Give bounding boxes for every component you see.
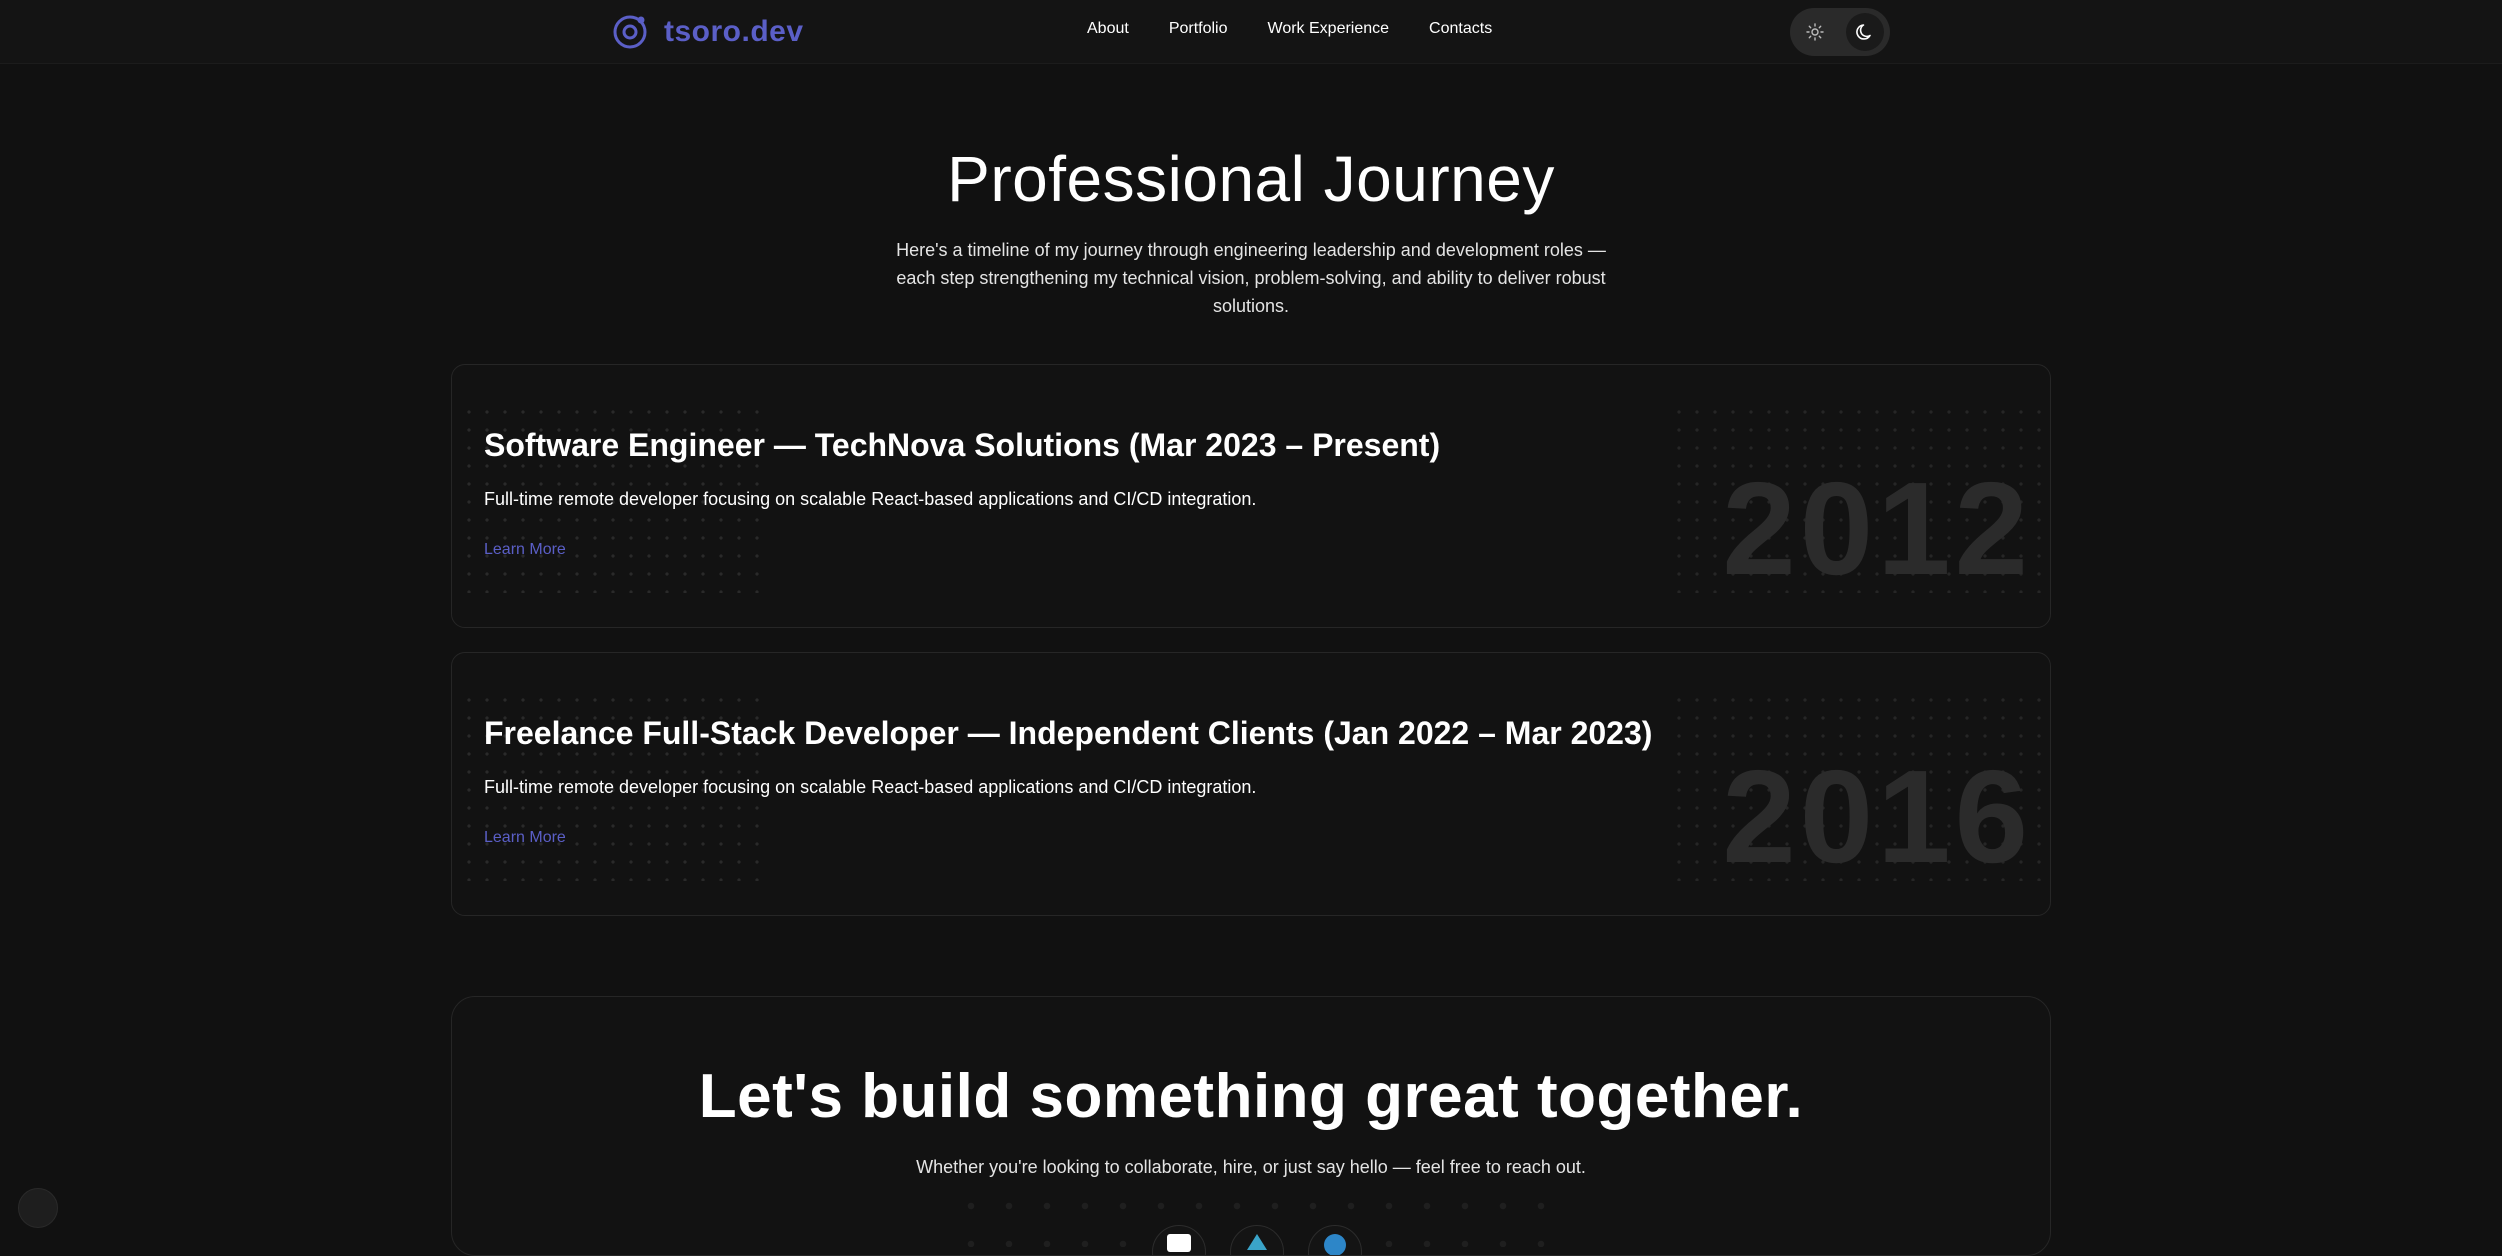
page-subtitle: Here's a timeline of my journey through …: [896, 240, 1606, 316]
job-title: Software Engineer — TechNova Solutions (…: [484, 427, 1441, 463]
linkedin-icon: [1324, 1234, 1346, 1255]
brand-link[interactable]: tsoro.dev: [610, 10, 804, 54]
job-card: 2016 Freelance Full-Stack Developer — In…: [451, 652, 2051, 916]
cta-title: Let's build something great together.: [698, 1062, 1804, 1131]
theme-toggle: [1790, 8, 1890, 56]
job-card: 2012 Software Engineer — TechNova Soluti…: [451, 364, 2051, 628]
nav-about[interactable]: About: [1087, 20, 1129, 38]
social-links: [1152, 1225, 1362, 1255]
contact-cta: Let's build something great together. Wh…: [451, 996, 2051, 1256]
chat-widget-button[interactable]: [18, 1188, 58, 1228]
logo-icon: [613, 15, 647, 49]
nav-work-experience[interactable]: Work Experience: [1268, 20, 1390, 38]
mail-icon: [1167, 1234, 1191, 1252]
job-description: Full-time remote developer focusing on s…: [484, 777, 1257, 797]
cta-subtitle: Whether you're looking to collaborate, h…: [916, 1157, 1586, 1177]
learn-more-link[interactable]: Learn More: [484, 829, 566, 847]
nav-portfolio[interactable]: Portfolio: [1169, 20, 1228, 38]
telegram-icon: [1247, 1234, 1267, 1250]
brand-name: tsoro.dev: [664, 15, 804, 48]
linkedin-button[interactable]: [1308, 1225, 1362, 1255]
job-year: 2016: [1722, 743, 2032, 890]
page-title: Professional Journey: [947, 143, 1555, 215]
telegram-button[interactable]: [1230, 1225, 1284, 1255]
moon-icon: [1856, 24, 1871, 40]
job-year: 2012: [1722, 455, 2032, 602]
job-title: Freelance Full-Stack Developer — Indepen…: [484, 715, 1653, 751]
mail-button[interactable]: [1152, 1225, 1206, 1255]
light-mode-button[interactable]: [1796, 13, 1834, 51]
sun-icon: [1806, 23, 1824, 41]
job-description: Full-time remote developer focusing on s…: [484, 489, 1257, 509]
nav-contacts[interactable]: Contacts: [1429, 20, 1492, 38]
site-header: tsoro.dev About Portfolio Work Experienc…: [0, 0, 2502, 64]
main-nav: About Portfolio Work Experience Contacts: [1087, 20, 1492, 38]
dark-mode-button[interactable]: [1846, 13, 1884, 51]
learn-more-link[interactable]: Learn More: [484, 541, 566, 559]
